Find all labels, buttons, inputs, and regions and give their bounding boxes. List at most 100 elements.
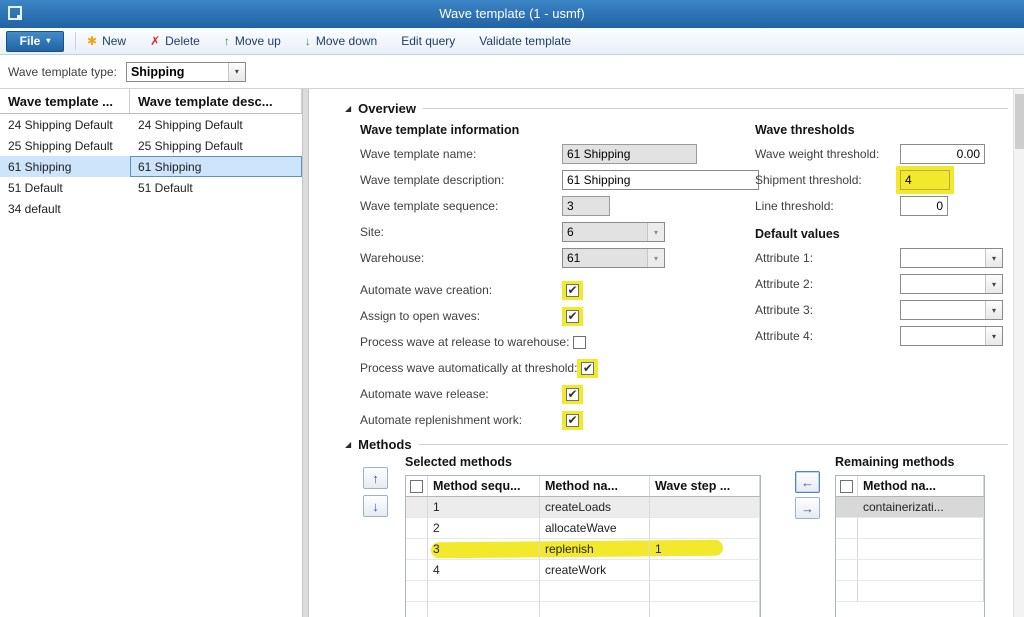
move-method-left-button[interactable]: ← xyxy=(795,471,820,493)
attribute-1-select[interactable]: ▾ xyxy=(900,248,1003,268)
chevron-down-icon[interactable]: ▾ xyxy=(647,249,664,267)
automate-replenishment-work-label: Automate replenishment work: xyxy=(360,413,562,427)
select-all-checkbox[interactable] xyxy=(410,480,423,493)
move-method-right-button[interactable]: → xyxy=(795,497,820,519)
toolbar-delete-button[interactable]: ✗ Delete xyxy=(150,34,200,48)
toolbar-new-button[interactable]: ✱ New xyxy=(87,34,126,48)
toolbar-separator xyxy=(75,32,76,50)
column-header-method-sequence[interactable]: Method sequ... xyxy=(428,476,540,496)
method-row-highlighted[interactable]: 3 replenish 1 xyxy=(406,539,760,560)
table-row[interactable]: 34 default xyxy=(0,198,302,219)
overview-section-header[interactable]: ◢ Overview xyxy=(345,99,1008,117)
cell-wave-step: 1 xyxy=(650,539,760,560)
cell-sequence: 2 xyxy=(428,518,540,539)
empty-row xyxy=(406,581,760,602)
wave-weight-threshold-field[interactable]: 0.00 xyxy=(900,144,985,164)
grid-header: Method sequ... Method na... Wave step ..… xyxy=(406,476,760,497)
attribute-4-value xyxy=(901,327,985,345)
cell-sequence: 4 xyxy=(428,560,540,581)
toolbar-validate-template-button[interactable]: Validate template xyxy=(479,34,571,48)
toolbar-validate-template-label: Validate template xyxy=(479,34,571,48)
table-row[interactable]: 51 Default 51 Default xyxy=(0,177,302,198)
column-header-wave-template[interactable]: Wave template ... xyxy=(0,89,130,113)
overview-section-title: Overview xyxy=(358,101,416,116)
chevron-down-icon[interactable]: ▾ xyxy=(985,301,1002,319)
shipment-threshold-field[interactable]: 4 xyxy=(900,170,950,190)
cell-description xyxy=(130,198,302,219)
section-expand-icon[interactable]: ◢ xyxy=(345,104,351,113)
warehouse-select[interactable]: 61 ▾ xyxy=(562,248,665,268)
wave-template-type-select[interactable]: Shipping ▾ xyxy=(126,62,246,82)
cell-description: 24 Shipping Default xyxy=(130,114,302,135)
cell-wave-step xyxy=(650,518,760,539)
toolbar-edit-query-button[interactable]: Edit query xyxy=(401,34,455,48)
process-wave-at-threshold-checkbox[interactable]: ✔ xyxy=(581,362,594,375)
defaults-group-title: Default values xyxy=(755,223,1003,245)
remaining-method-row[interactable]: containerizati... xyxy=(836,497,984,518)
attribute-1-value xyxy=(901,249,985,267)
attribute-4-select[interactable]: ▾ xyxy=(900,326,1003,346)
assign-to-open-waves-checkbox[interactable]: ✔ xyxy=(566,310,579,323)
column-header-method-name[interactable]: Method na... xyxy=(858,476,984,496)
wave-template-sequence-field[interactable]: 3 xyxy=(562,196,610,216)
cell-sequence: 1 xyxy=(428,497,540,518)
method-move-down-button[interactable]: ↓ xyxy=(363,495,388,517)
highlight-mark: ✔ xyxy=(562,281,583,300)
column-header-wave-template-desc[interactable]: Wave template desc... xyxy=(130,89,302,113)
site-select[interactable]: 6 ▾ xyxy=(562,222,665,242)
column-header-method-name[interactable]: Method na... xyxy=(540,476,650,496)
automate-wave-creation-checkbox[interactable]: ✔ xyxy=(566,284,579,297)
overview-right-column: Wave thresholds Wave weight threshold: 0… xyxy=(755,119,1003,349)
table-row-selected[interactable]: 61 Shipping 61 Shipping xyxy=(0,156,302,177)
toolbar: File ▾ ✱ New ✗ Delete ↑ Move up ↓ Move d… xyxy=(0,28,1024,55)
splitter[interactable] xyxy=(302,89,309,617)
toolbar-move-up-button[interactable]: ↑ Move up xyxy=(224,34,281,48)
table-row[interactable]: 25 Shipping Default 25 Shipping Default xyxy=(0,135,302,156)
line-threshold-field[interactable]: 0 xyxy=(900,196,948,216)
select-all-checkbox[interactable] xyxy=(840,480,853,493)
automate-wave-release-checkbox[interactable]: ✔ xyxy=(566,388,579,401)
process-wave-at-release-checkbox[interactable] xyxy=(573,336,586,349)
section-expand-icon[interactable]: ◢ xyxy=(345,440,351,449)
cell-method-name: createLoads xyxy=(540,497,650,518)
chevron-down-icon[interactable]: ▾ xyxy=(228,63,245,81)
toolbar-edit-query-label: Edit query xyxy=(401,34,455,48)
method-row[interactable]: 2 allocateWave xyxy=(406,518,760,539)
chevron-down-icon[interactable]: ▾ xyxy=(985,275,1002,293)
warehouse-value: 61 xyxy=(563,249,647,267)
vertical-scrollbar[interactable] xyxy=(1013,89,1024,617)
assign-to-open-waves-label: Assign to open waves: xyxy=(360,309,562,323)
toolbar-new-label: New xyxy=(102,34,126,48)
method-row[interactable]: 4 createWork xyxy=(406,560,760,581)
site-value: 6 xyxy=(563,223,647,241)
attribute-3-label: Attribute 3: xyxy=(755,303,900,317)
method-move-up-button[interactable]: ↑ xyxy=(363,467,388,489)
wave-template-description-field[interactable]: 61 Shipping xyxy=(562,170,759,190)
automate-wave-creation-label: Automate wave creation: xyxy=(360,283,562,297)
attribute-1-label: Attribute 1: xyxy=(755,251,900,265)
automate-replenishment-work-checkbox[interactable]: ✔ xyxy=(566,414,579,427)
shipment-threshold-label: Shipment threshold: xyxy=(755,173,900,187)
wave-template-sequence-label: Wave template sequence: xyxy=(360,199,562,213)
chevron-down-icon[interactable]: ▾ xyxy=(985,327,1002,345)
cell-name: 51 Default xyxy=(0,177,130,198)
scrollbar-thumb[interactable] xyxy=(1015,94,1024,149)
table-row[interactable]: 24 Shipping Default 24 Shipping Default xyxy=(0,114,302,135)
main-area: Wave template ... Wave template desc... … xyxy=(0,89,1024,617)
file-menu-button[interactable]: File ▾ xyxy=(6,31,64,52)
cell-description: 25 Shipping Default xyxy=(130,135,302,156)
list-header: Wave template ... Wave template desc... xyxy=(0,89,302,114)
section-divider xyxy=(419,444,1008,445)
chevron-down-icon[interactable]: ▾ xyxy=(647,223,664,241)
column-header-wave-step[interactable]: Wave step ... xyxy=(650,476,760,496)
wave-template-description-label: Wave template description: xyxy=(360,173,562,187)
attribute-3-select[interactable]: ▾ xyxy=(900,300,1003,320)
methods-section-header[interactable]: ◢ Methods xyxy=(345,435,1008,453)
toolbar-move-down-button[interactable]: ↓ Move down xyxy=(305,34,377,48)
wave-template-window: Wave template (1 - usmf) File ▾ ✱ New ✗ … xyxy=(0,0,1024,617)
method-row[interactable]: 1 createLoads xyxy=(406,497,760,518)
attribute-2-select[interactable]: ▾ xyxy=(900,274,1003,294)
process-wave-at-release-label: Process wave at release to warehouse: xyxy=(360,335,569,349)
wave-template-name-field[interactable]: 61 Shipping xyxy=(562,144,697,164)
chevron-down-icon[interactable]: ▾ xyxy=(985,249,1002,267)
